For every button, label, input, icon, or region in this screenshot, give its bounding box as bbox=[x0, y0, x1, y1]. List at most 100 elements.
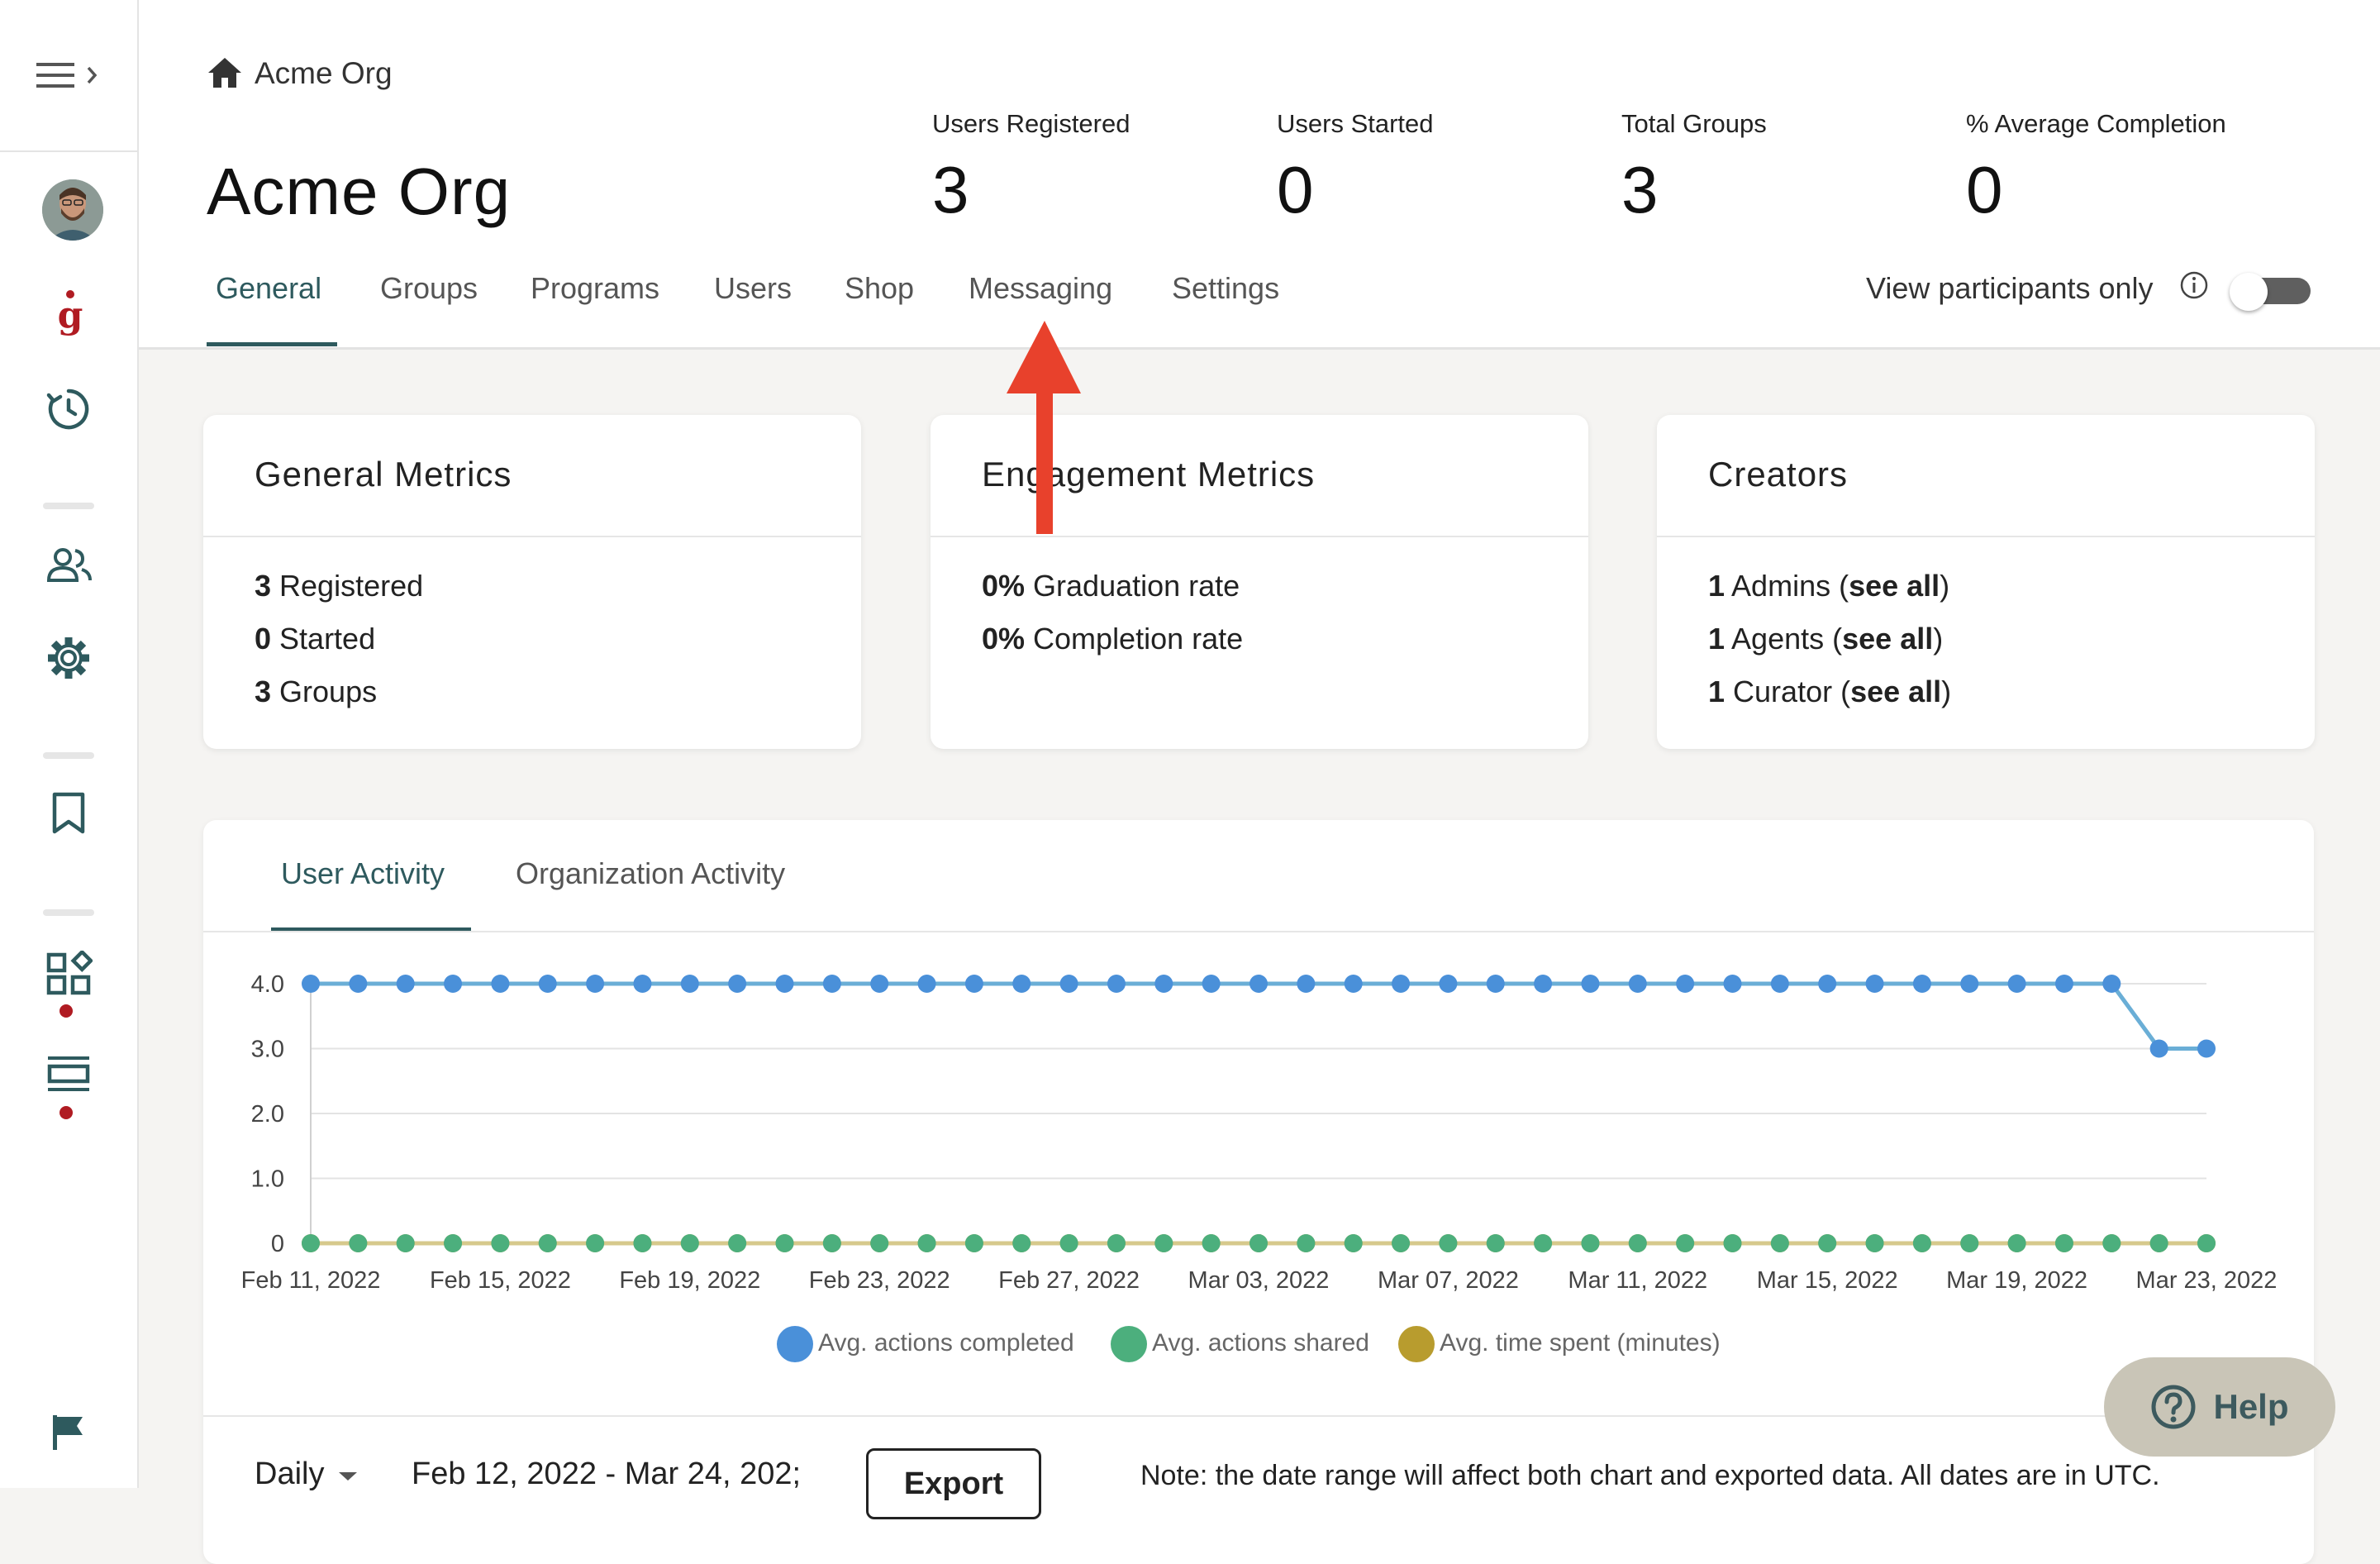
date-range-note: Note: the date range will affect both ch… bbox=[1140, 1460, 2160, 1491]
data-point bbox=[680, 1234, 699, 1252]
legend-label: Avg. actions completed bbox=[818, 1328, 1074, 1357]
data-point bbox=[1202, 975, 1221, 993]
legend-swatch bbox=[1111, 1326, 1147, 1362]
x-tick-label: Mar 23, 2022 bbox=[2136, 1267, 2278, 1294]
see-all-link[interactable]: see all bbox=[1842, 622, 1933, 656]
interval-select[interactable]: Daily bbox=[255, 1457, 360, 1492]
tab-users[interactable]: Users bbox=[714, 271, 792, 306]
data-point bbox=[2149, 1234, 2168, 1252]
menu-expand-icon[interactable] bbox=[36, 60, 102, 97]
gear-icon[interactable] bbox=[45, 635, 92, 685]
data-point bbox=[633, 975, 652, 993]
legend-item[interactable]: Avg. time spent (minutes) bbox=[1398, 1326, 1721, 1362]
data-point bbox=[2197, 1039, 2216, 1058]
data-point bbox=[1107, 1234, 1126, 1252]
tab-settings[interactable]: Settings bbox=[1172, 271, 1279, 306]
data-point bbox=[964, 975, 983, 993]
data-point bbox=[1534, 1234, 1553, 1252]
help-button[interactable]: Help bbox=[2104, 1357, 2335, 1457]
people-icon[interactable] bbox=[45, 546, 94, 589]
avatar[interactable] bbox=[41, 179, 104, 246]
history-icon[interactable] bbox=[46, 387, 91, 436]
data-point bbox=[633, 1234, 652, 1252]
sidebar-separator bbox=[43, 752, 94, 759]
data-point bbox=[2054, 975, 2073, 993]
data-point bbox=[870, 975, 889, 993]
tab-shop[interactable]: Shop bbox=[845, 271, 914, 306]
card-divider bbox=[931, 536, 1588, 537]
tab-general[interactable]: General bbox=[216, 271, 321, 306]
data-point bbox=[1439, 975, 1458, 993]
y-tick-label: 4.0 bbox=[251, 971, 284, 998]
breadcrumb-label: Acme Org bbox=[255, 56, 393, 90]
metric-graduation-rate: 0% Graduation rate bbox=[982, 569, 1240, 603]
data-point bbox=[2007, 975, 2026, 993]
data-point bbox=[1912, 1234, 1931, 1252]
stat-label: % Average Completion bbox=[1966, 109, 2226, 138]
legend-swatch bbox=[1398, 1326, 1435, 1362]
data-point bbox=[822, 1234, 841, 1252]
data-point bbox=[349, 975, 368, 993]
data-point bbox=[728, 975, 747, 993]
x-tick-label: Mar 07, 2022 bbox=[1378, 1267, 1519, 1294]
export-button[interactable]: Export bbox=[866, 1448, 1041, 1519]
data-point bbox=[1250, 1234, 1268, 1252]
data-point bbox=[586, 1234, 605, 1252]
data-point bbox=[1202, 1234, 1221, 1252]
data-point bbox=[1676, 975, 1695, 993]
data-point bbox=[538, 1234, 557, 1252]
see-all-link[interactable]: see all bbox=[1849, 569, 1940, 603]
info-icon[interactable] bbox=[2178, 269, 2210, 301]
data-point bbox=[1012, 1234, 1031, 1252]
data-point bbox=[1770, 1234, 1789, 1252]
stat-value: 0 bbox=[1277, 153, 1314, 226]
series-line bbox=[311, 981, 2206, 1051]
data-point bbox=[444, 1234, 463, 1252]
user-activity-chart: 4.0 3.0 2.0 1.0 0 Feb 11, 2022 Feb 15, 2022 Feb… bbox=[241, 971, 2278, 1294]
data-point bbox=[1723, 975, 1742, 993]
data-point bbox=[1059, 1234, 1078, 1252]
activity-panel: User Activity Organization Activity 4.0 3… bbox=[203, 820, 2314, 1564]
stat-label: Users Registered bbox=[932, 109, 1130, 138]
see-all-link[interactable]: see all bbox=[1850, 675, 1941, 708]
card-title: Creators bbox=[1708, 455, 1849, 494]
data-point bbox=[1581, 975, 1600, 993]
tab-user-activity[interactable]: User Activity bbox=[281, 856, 445, 891]
data-point bbox=[1960, 975, 1979, 993]
participants-toggle[interactable] bbox=[2230, 273, 2312, 311]
data-point bbox=[538, 975, 557, 993]
data-point bbox=[491, 1234, 510, 1252]
tab-messaging[interactable]: Messaging bbox=[969, 271, 1112, 306]
x-tick-label: Feb 23, 2022 bbox=[809, 1267, 950, 1294]
data-point bbox=[1297, 975, 1316, 993]
data-point bbox=[302, 975, 320, 993]
flag-icon[interactable] bbox=[51, 1414, 84, 1456]
y-tick-label: 0 bbox=[271, 1231, 284, 1257]
metric-groups: 3 Groups bbox=[255, 675, 378, 708]
data-point bbox=[2007, 1234, 2026, 1252]
data-point bbox=[586, 975, 605, 993]
card-title: General Metrics bbox=[255, 455, 512, 494]
data-point bbox=[1676, 1234, 1695, 1252]
tab-programs[interactable]: Programs bbox=[531, 271, 659, 306]
data-point bbox=[2149, 1039, 2168, 1058]
legend-item[interactable]: Avg. actions completed bbox=[777, 1326, 1074, 1362]
x-tick-label: Mar 11, 2022 bbox=[1568, 1267, 1707, 1294]
g-logo-icon[interactable]: g bbox=[51, 288, 89, 345]
x-tick-label: Mar 15, 2022 bbox=[1757, 1267, 1898, 1294]
bookmark-icon[interactable] bbox=[51, 792, 86, 839]
participants-toggle-label: View participants only bbox=[1866, 271, 2154, 305]
data-point bbox=[1818, 1234, 1837, 1252]
data-point bbox=[1723, 1234, 1742, 1252]
creator-curator: 1 Curator (see all) bbox=[1708, 675, 1952, 708]
tab-groups[interactable]: Groups bbox=[380, 271, 478, 306]
sidebar-separator bbox=[43, 909, 94, 916]
tab-organization-activity[interactable]: Organization Activity bbox=[516, 856, 785, 891]
svg-text:g: g bbox=[58, 294, 83, 336]
layout-icon[interactable] bbox=[46, 1055, 91, 1100]
widgets-icon[interactable] bbox=[46, 949, 94, 1001]
date-range-input[interactable]: Feb 12, 2022 - Mar 24, 202; bbox=[412, 1457, 841, 1492]
legend-item[interactable]: Avg. actions shared bbox=[1111, 1326, 1369, 1362]
data-point bbox=[917, 1234, 936, 1252]
data-point bbox=[1439, 1234, 1458, 1252]
